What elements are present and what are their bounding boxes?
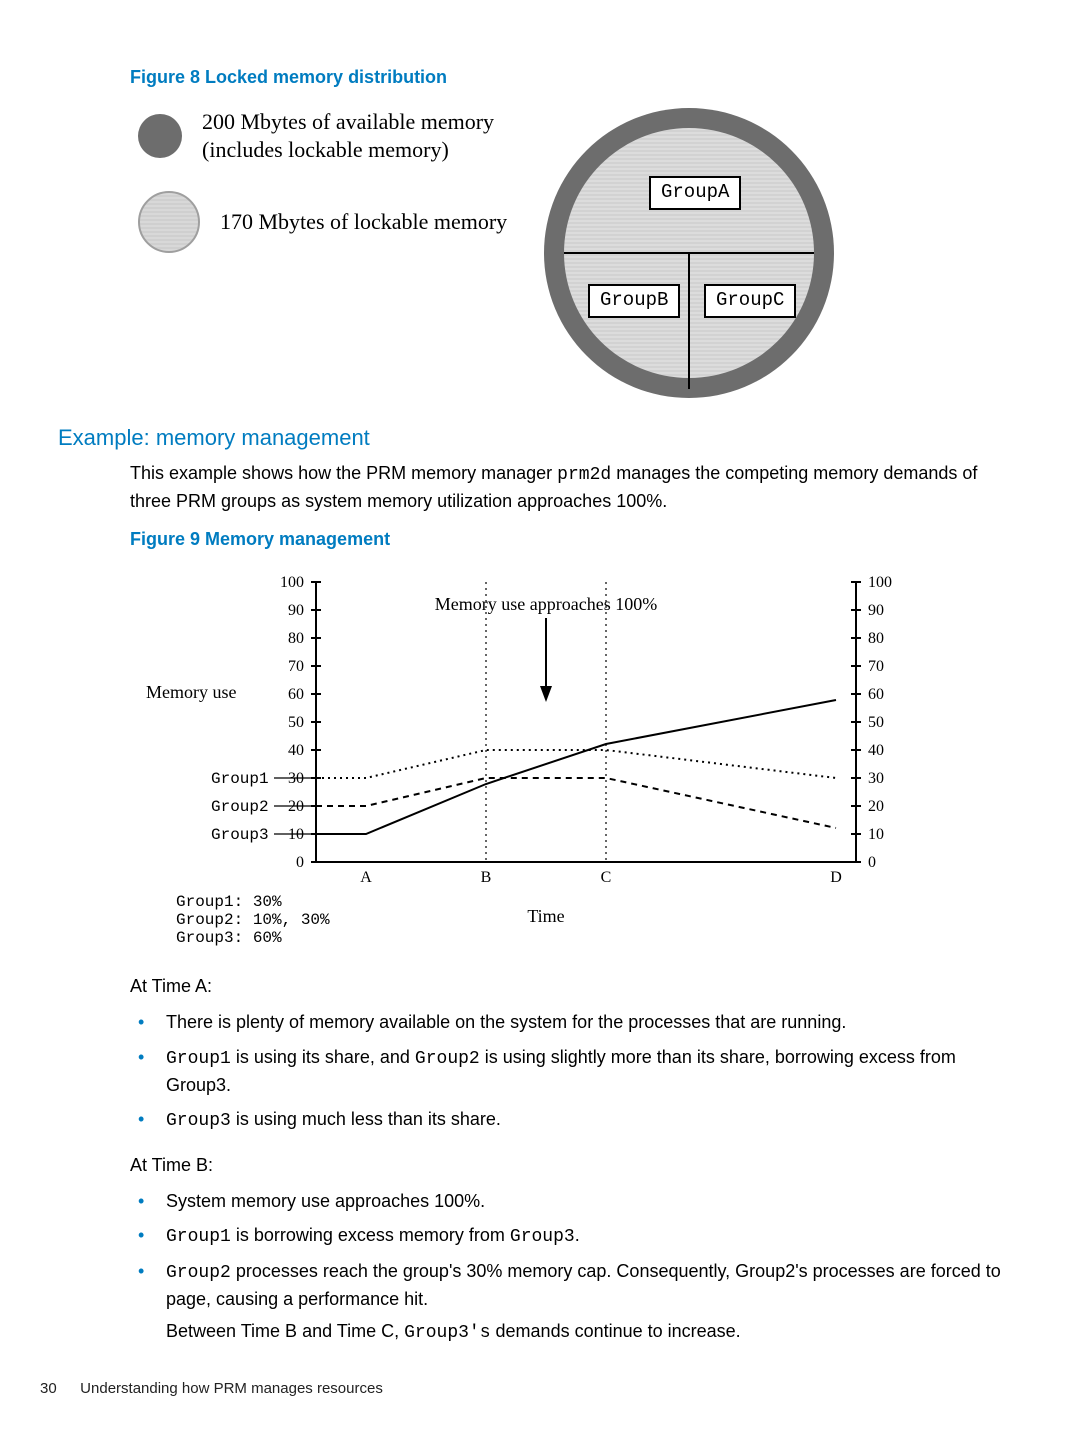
list-item: Group1 is using its share, and Group2 is…	[130, 1040, 1020, 1102]
svg-text:70: 70	[868, 658, 884, 675]
figure8-legend: 200 Mbytes of available memory (includes…	[138, 108, 518, 281]
legend-available-row: 200 Mbytes of available memory (includes…	[138, 108, 518, 163]
section-heading: Example: memory management	[58, 422, 1020, 454]
page-footer: 30 Understanding how PRM manages resourc…	[40, 1378, 383, 1400]
time-b-list: System memory use approaches 100%. Group…	[130, 1184, 1020, 1350]
svg-text:10: 10	[868, 826, 884, 843]
svg-text:40: 40	[868, 742, 884, 759]
legend-lockable-text: 170 Mbytes of lockable memory	[220, 208, 507, 236]
svg-text:20: 20	[868, 798, 884, 815]
figure9-caption: Figure 9 Memory management	[130, 526, 1020, 552]
svg-text:80: 80	[288, 630, 304, 647]
figure9: 0 10 20 30 40 50 60 70 80 90 100 0 10 20…	[116, 562, 1020, 959]
svg-text:70: 70	[288, 658, 304, 675]
intro-p1code: prm2d	[557, 465, 611, 485]
figure8: 200 Mbytes of available memory (includes…	[138, 108, 1020, 398]
svg-text:60: 60	[288, 686, 304, 703]
svg-text:50: 50	[868, 714, 884, 731]
svg-text:50: 50	[288, 714, 304, 731]
intro-paragraph: This example shows how the PRM memory ma…	[130, 460, 1020, 514]
swatch-available-icon	[138, 114, 182, 158]
time-b-b2c: Group3	[510, 1227, 575, 1247]
time-b-b2a: Group1	[166, 1227, 231, 1247]
fig9-ylabel: Memory use	[146, 682, 236, 702]
svg-text:90: 90	[868, 602, 884, 619]
fig9-xlabel: Time	[527, 906, 564, 926]
donut-label-groupA: GroupA	[649, 176, 741, 210]
svg-text:80: 80	[868, 630, 884, 647]
figure8-donut: GroupA GroupB GroupC	[544, 108, 834, 398]
list-item: Group2 processes reach the group's 30% m…	[130, 1254, 1020, 1350]
svg-text:0: 0	[296, 854, 304, 871]
svg-text:D: D	[830, 869, 842, 886]
svg-text:C: C	[601, 869, 612, 886]
figure8-caption: Figure 8 Locked memory distribution	[130, 64, 1020, 90]
donut-label-groupB: GroupB	[588, 284, 680, 318]
time-b-b3b: processes reach the group's 30% memory c…	[166, 1261, 1001, 1309]
time-b-heading: At Time B:	[130, 1152, 1020, 1178]
footer-title: Understanding how PRM manages resources	[80, 1380, 383, 1397]
time-a-b1: There is plenty of memory available on t…	[166, 1012, 846, 1032]
list-item: Group3 is using much less than its share…	[130, 1102, 1020, 1138]
fig9-shares-g1: Group1: 30%	[176, 893, 282, 911]
svg-text:30: 30	[868, 770, 884, 787]
time-a-b2a: Group1	[166, 1049, 231, 1069]
svg-text:B: B	[481, 869, 492, 886]
time-b-b3c-a: Between Time B and Time C,	[166, 1321, 404, 1341]
time-b-b3c-b: demands continue to increase.	[491, 1321, 741, 1341]
svg-text:90: 90	[288, 602, 304, 619]
time-a-b2b: is using its share, and	[231, 1047, 415, 1067]
time-b-b2b: is borrowing excess memory from	[231, 1225, 510, 1245]
list-item: Group1 is borrowing excess memory from G…	[130, 1218, 1020, 1254]
svg-text:A: A	[360, 869, 372, 886]
fig9-series-g3: Group3	[211, 826, 269, 844]
page-number: 30	[40, 1378, 76, 1400]
fig9-series-g2: Group2	[211, 798, 269, 816]
swatch-lockable-icon	[138, 191, 200, 253]
page: Figure 8 Locked memory distribution 200 …	[0, 0, 1080, 1438]
list-item: System memory use approaches 100%.	[130, 1184, 1020, 1218]
time-a-list: There is plenty of memory available on t…	[130, 1005, 1020, 1137]
donut-vertical-divider	[688, 253, 690, 389]
svg-text:40: 40	[288, 742, 304, 759]
legend-lockable-row: 170 Mbytes of lockable memory	[138, 191, 518, 253]
time-a-b3a: Group3	[166, 1111, 231, 1131]
time-b-b3a: Group2	[166, 1263, 231, 1283]
svg-text:60: 60	[868, 686, 884, 703]
donut-label-groupC: GroupC	[704, 284, 796, 318]
time-a-heading: At Time A:	[130, 973, 1020, 999]
time-b-b3c-code: Group3's	[404, 1323, 490, 1343]
fig9-shares-g3: Group3: 60%	[176, 929, 282, 947]
time-b-b2d: .	[575, 1225, 580, 1245]
svg-text:100: 100	[280, 574, 304, 591]
time-a-b3b: is using much less than its share.	[231, 1109, 501, 1129]
legend-available-text: 200 Mbytes of available memory (includes…	[202, 108, 518, 163]
time-b-b1: System memory use approaches 100%.	[166, 1191, 485, 1211]
list-item: There is plenty of memory available on t…	[130, 1005, 1020, 1039]
svg-text:0: 0	[868, 854, 876, 871]
fig9-series-g1: Group1	[211, 770, 269, 788]
fig9-shares-g2: Group2: 10%, 30%	[176, 911, 330, 929]
intro-p1a: This example shows how the PRM memory ma…	[130, 463, 557, 483]
time-a-b2c: Group2	[415, 1049, 480, 1069]
svg-text:100: 100	[868, 574, 892, 591]
fig9-annotation: Memory use approaches 100%	[435, 594, 657, 614]
